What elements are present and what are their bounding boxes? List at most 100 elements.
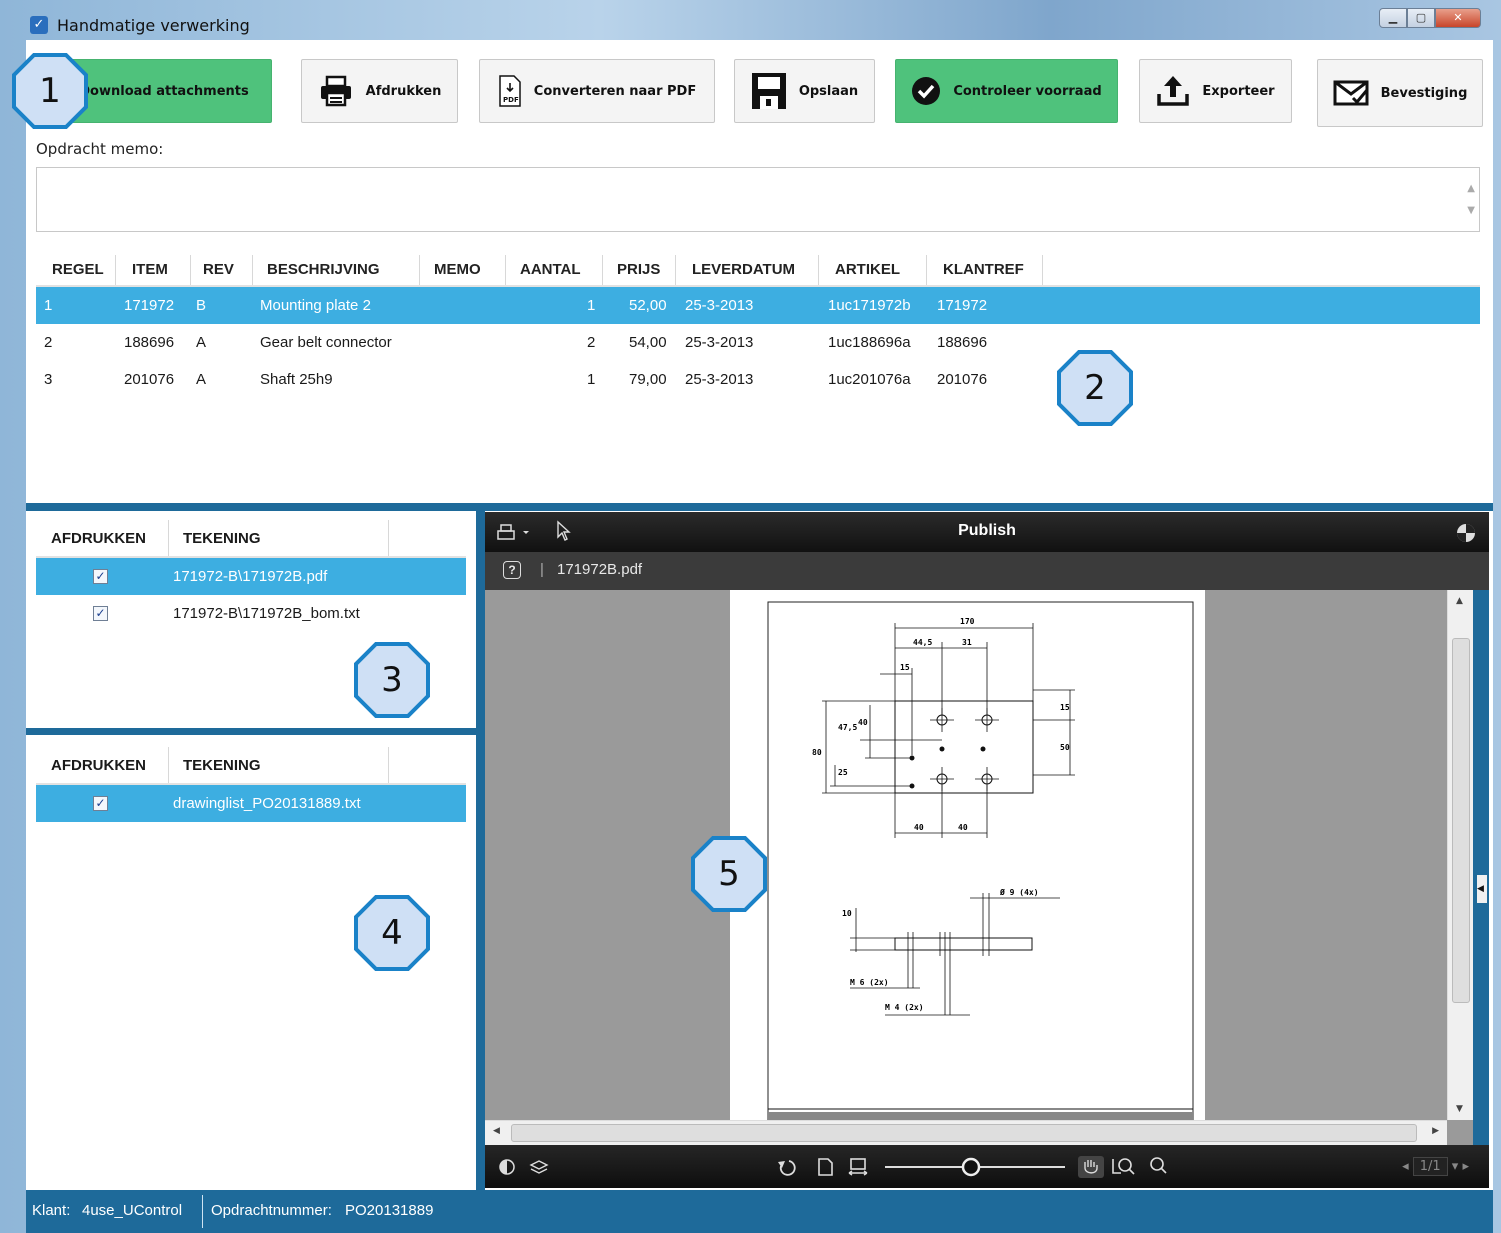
column-header-leverdatum[interactable]: LEVERDATUM bbox=[676, 255, 819, 285]
scroll-up-arrow[interactable]: ▲ bbox=[1456, 596, 1463, 606]
save-button[interactable]: Opslaan bbox=[734, 59, 875, 123]
scroll-down-arrow[interactable]: ▼ bbox=[1456, 1104, 1463, 1114]
column-header-regel[interactable]: REGEL bbox=[36, 255, 116, 285]
check-stock-label: Controleer voorraad bbox=[953, 83, 1102, 99]
callout-number: 3 bbox=[381, 660, 403, 700]
column-header-afdrukken[interactable]: AFDRUKKEN bbox=[36, 747, 169, 783]
print-checkbox[interactable]: ✓ bbox=[93, 569, 108, 584]
side-panel-arrow-icon[interactable]: ◀ bbox=[1477, 875, 1487, 903]
scroll-thumb-horizontal[interactable] bbox=[511, 1124, 1417, 1142]
callout-number: 2 bbox=[1084, 368, 1106, 408]
column-header-rev[interactable]: REV bbox=[191, 255, 253, 285]
download-attachments-label: Download attachments bbox=[79, 83, 249, 99]
cell-beschrijving: Mounting plate 2 bbox=[260, 297, 371, 314]
order-number-label: Opdrachtnummer: bbox=[211, 1202, 332, 1219]
dim-top-width: 170 bbox=[960, 617, 975, 626]
dim-v1: 47,5 bbox=[838, 723, 857, 732]
close-button[interactable]: ✕ bbox=[1435, 8, 1481, 28]
maximize-button[interactable]: ▢ bbox=[1407, 8, 1435, 28]
scroll-left-arrow[interactable]: ◀ bbox=[493, 1126, 500, 1136]
splitter-horizontal[interactable] bbox=[26, 503, 1493, 511]
rotate-icon[interactable] bbox=[778, 1160, 796, 1176]
order-table-header: REGEL ITEM REV BESCHRIJVING MEMO AANTAL … bbox=[36, 255, 1480, 287]
dim-d3: 15 bbox=[900, 663, 910, 672]
customer-value: 4use_UControl bbox=[82, 1202, 183, 1219]
order-files-list: AFDRUKKEN TEKENING ✓ drawinglist_PO20131… bbox=[36, 747, 466, 822]
zoom-icon[interactable] bbox=[1150, 1157, 1167, 1174]
cell-item: 188696 bbox=[124, 334, 175, 351]
viewer-vertical-scrollbar[interactable]: ▲ ▼ bbox=[1447, 590, 1473, 1120]
cell-rev: A bbox=[196, 371, 207, 388]
column-header-item[interactable]: ITEM bbox=[116, 255, 191, 285]
table-row[interactable]: 2 188696 A Gear belt connector 2 54,00 2… bbox=[36, 324, 1480, 361]
column-header-prijs[interactable]: PRIJS bbox=[603, 255, 676, 285]
print-checkbox[interactable]: ✓ bbox=[93, 796, 108, 811]
scroll-thumb[interactable] bbox=[1452, 638, 1470, 1003]
table-row[interactable]: 1 171972 B Mounting plate 2 1 52,00 25-3… bbox=[36, 287, 1480, 324]
minimize-button[interactable]: ▁ bbox=[1379, 8, 1407, 28]
callout-badge: 1 bbox=[10, 51, 90, 131]
cell-klantref: 188696 bbox=[937, 334, 988, 351]
callout-badge: 5 bbox=[689, 834, 769, 914]
page-dropdown-icon[interactable]: ▾ bbox=[1452, 1159, 1463, 1174]
list-item[interactable]: ✓ drawinglist_PO20131889.txt bbox=[36, 785, 466, 822]
column-header-memo[interactable]: MEMO bbox=[420, 255, 506, 285]
single-page-icon[interactable] bbox=[818, 1158, 833, 1176]
page-navigator[interactable]: ◂ 1/1 ▾ ▸ bbox=[1402, 1157, 1469, 1176]
check-stock-button[interactable]: Controleer voorraad bbox=[895, 59, 1118, 123]
contrast-icon[interactable] bbox=[499, 1159, 515, 1175]
title-bar: ✓ Handmatige verwerking ▁ ▢ ✕ bbox=[0, 0, 1501, 40]
technical-drawing: 170 44,5 31 15 80 47,5 40 25 15 50 40 40 bbox=[767, 601, 1194, 1120]
cell-rev: A bbox=[196, 334, 207, 351]
pan-hand-icon[interactable] bbox=[1078, 1156, 1104, 1178]
cell-aantal: 1 bbox=[587, 297, 596, 314]
drawing-filename: 171972-B\171972B_bom.txt bbox=[173, 605, 360, 622]
column-header-aantal[interactable]: AANTAL bbox=[506, 255, 603, 285]
memo-scrollbar[interactable]: ▲ ▼ bbox=[1467, 178, 1475, 222]
column-header-tekening[interactable]: TEKENING bbox=[169, 520, 389, 556]
memo-value bbox=[37, 168, 1479, 180]
cell-leverdatum: 25-3-2013 bbox=[685, 371, 754, 388]
prev-page-icon[interactable]: ◂ bbox=[1402, 1159, 1413, 1174]
next-page-icon[interactable]: ▸ bbox=[1462, 1159, 1469, 1174]
export-button[interactable]: Exporteer bbox=[1139, 59, 1292, 123]
upload-icon bbox=[1156, 74, 1190, 108]
cell-leverdatum: 25-3-2013 bbox=[685, 334, 754, 351]
dim-d2: 31 bbox=[962, 638, 972, 647]
viewer-horizontal-scrollbar[interactable]: ◀ ▶ bbox=[485, 1120, 1447, 1145]
viewer-side-panel-toggle[interactable]: ◀ bbox=[1473, 590, 1489, 1145]
help-icon[interactable]: ? bbox=[503, 561, 521, 579]
export-label: Exporteer bbox=[1202, 83, 1275, 99]
zoom-area-icon[interactable] bbox=[1112, 1158, 1135, 1175]
splitter-vertical[interactable] bbox=[476, 503, 485, 1190]
viewer-file-bar: ? | 171972B.pdf bbox=[485, 552, 1489, 590]
status-bar: Klant: 4use_UControl Opdrachtnummer: PO2… bbox=[26, 1190, 1493, 1233]
list-item[interactable]: ✓ 171972-B\171972B_bom.txt bbox=[36, 595, 466, 632]
order-lines-table: REGEL ITEM REV BESCHRIJVING MEMO AANTAL … bbox=[36, 255, 1480, 398]
print-button[interactable]: Afdrukken bbox=[301, 59, 458, 123]
publish-logo-icon bbox=[1457, 524, 1475, 542]
scroll-right-arrow[interactable]: ▶ bbox=[1432, 1126, 1439, 1136]
dim-v3: 25 bbox=[838, 768, 848, 777]
printer-icon bbox=[318, 75, 354, 107]
list-item[interactable]: ✓ 171972-B\171972B.pdf bbox=[36, 558, 466, 595]
cell-beschrijving: Shaft 25h9 bbox=[260, 371, 333, 388]
column-header-klantref[interactable]: KLANTREF bbox=[927, 255, 1043, 285]
confirmation-button[interactable]: Bevestiging bbox=[1317, 59, 1483, 127]
column-header-afdrukken[interactable]: AFDRUKKEN bbox=[36, 520, 169, 556]
layers-icon[interactable] bbox=[529, 1160, 549, 1174]
column-header-tekening[interactable]: TEKENING bbox=[169, 747, 389, 783]
column-header-beschrijving[interactable]: BESCHRIJVING bbox=[253, 255, 420, 285]
viewer-document-area[interactable]: 170 44,5 31 15 80 47,5 40 25 15 50 40 40 bbox=[485, 590, 1447, 1120]
convert-to-pdf-button[interactable]: PDF Converteren naar PDF bbox=[479, 59, 715, 123]
drawings-list-header: AFDRUKKEN TEKENING bbox=[36, 520, 466, 558]
fit-width-icon[interactable] bbox=[848, 1158, 868, 1176]
cell-prijs: 54,00 bbox=[629, 334, 667, 351]
memo-input[interactable]: ▲ ▼ bbox=[36, 167, 1480, 232]
table-row[interactable]: 3 201076 A Shaft 25h9 1 79,00 25-3-2013 … bbox=[36, 361, 1480, 398]
zoom-slider[interactable] bbox=[885, 1157, 1065, 1177]
svg-text:PDF: PDF bbox=[503, 96, 519, 104]
column-header-artikel[interactable]: ARTIKEL bbox=[819, 255, 927, 285]
print-checkbox[interactable]: ✓ bbox=[93, 606, 108, 621]
splitter-left-lists[interactable] bbox=[26, 728, 476, 735]
